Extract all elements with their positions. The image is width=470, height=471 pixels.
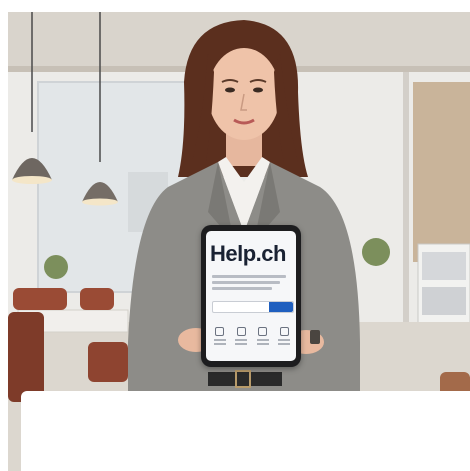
chair (8, 312, 44, 402)
feature-icon (215, 327, 224, 336)
tablet-feature (234, 327, 249, 347)
feature-icon (279, 327, 289, 336)
overlay-card (21, 391, 470, 471)
feature-icon (236, 327, 246, 336)
image-frame: Help.ch (0, 0, 470, 471)
feature-icon (258, 327, 268, 336)
plant (362, 238, 390, 266)
belt (208, 372, 282, 386)
tablet-screen: Help.ch (206, 231, 296, 361)
tablet-feature (212, 327, 227, 347)
wood-panel (413, 82, 470, 262)
tablet-brand-logo: Help.ch (210, 241, 286, 266)
chair (80, 288, 114, 310)
watch (310, 330, 320, 344)
chair (13, 288, 67, 310)
tablet-feature (255, 327, 270, 347)
plant-left (44, 255, 68, 279)
tablet-tagline (212, 275, 290, 293)
tablet-search-field (212, 301, 294, 313)
chair (88, 342, 128, 382)
tablet-feature-row (212, 327, 292, 347)
tablet-search-button (269, 302, 293, 312)
tablet-feature (277, 327, 292, 347)
tablet: Help.ch (201, 225, 301, 367)
